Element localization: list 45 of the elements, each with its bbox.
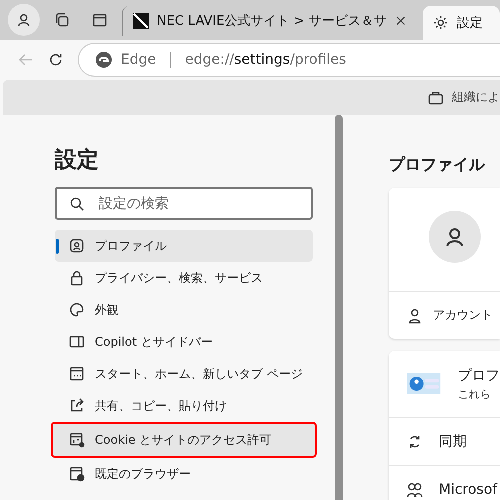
sidebar-item[interactable]: Cookie とサイトのアクセス許可 <box>51 422 317 458</box>
refresh-icon <box>48 52 64 68</box>
person-icon <box>16 12 32 28</box>
person-icon <box>407 308 423 324</box>
browser-icon <box>69 466 85 482</box>
briefcase-icon <box>428 90 444 106</box>
sidebar-item[interactable]: スタート、ホーム、新しいタブ ページ <box>55 358 313 390</box>
card-description: これら <box>458 386 492 402</box>
settings-icon <box>432 15 449 31</box>
account-row[interactable]: アカウント <box>389 291 500 339</box>
sidebar-item[interactable]: プライバシー、検索、サービス <box>55 262 313 294</box>
sidebar-title: 設定 <box>55 146 100 175</box>
lock-icon <box>69 270 85 286</box>
address-bar[interactable]: Edge edge://settings/profiles <box>78 43 500 77</box>
profile-icon <box>69 238 85 254</box>
share-icon <box>69 398 85 414</box>
sidebar-item[interactable]: プロファイル <box>55 230 313 262</box>
sidebar-item[interactable]: 既定のブラウザー <box>55 458 313 490</box>
page-title: プロファイル <box>389 155 486 176</box>
people-icon <box>407 482 423 498</box>
cookie-settings-icon <box>69 432 85 448</box>
stacked-squares-icon <box>54 12 70 28</box>
card-title: プロフ <box>458 366 500 384</box>
tab-title: NEC LAVIE公式サイト > サービス＆サ <box>157 13 387 30</box>
start-page-icon <box>69 366 85 382</box>
sidebar-item[interactable]: 外観 <box>55 294 313 326</box>
browser-tab[interactable]: NEC LAVIE公式サイト > サービス＆サ <box>122 6 417 36</box>
palette-icon <box>69 302 85 318</box>
sidebar-icon <box>69 334 85 350</box>
url-text: edge://settings/profiles <box>185 52 346 68</box>
settings-row[interactable]: 同期 <box>389 417 500 465</box>
sidebar-item[interactable]: Copilot とサイドバー <box>55 326 313 358</box>
settings-row[interactable]: Microsof <box>389 465 500 500</box>
search-field[interactable]: 設定の検索 <box>55 187 313 220</box>
browser-tab[interactable]: 設定 <box>422 6 500 40</box>
site-label: Edge <box>121 52 156 68</box>
window-icon <box>92 12 108 28</box>
profile-button[interactable] <box>8 4 40 36</box>
back-arrow-icon <box>18 52 34 68</box>
tab-title: 設定 <box>456 15 483 32</box>
site-favicon-icon <box>133 13 149 29</box>
sidebar-item[interactable]: 共有、コピー、貼り付け <box>55 390 313 422</box>
managed-notice: 組織によ <box>452 89 500 106</box>
close-icon <box>394 15 407 27</box>
search-icon <box>69 196 85 212</box>
